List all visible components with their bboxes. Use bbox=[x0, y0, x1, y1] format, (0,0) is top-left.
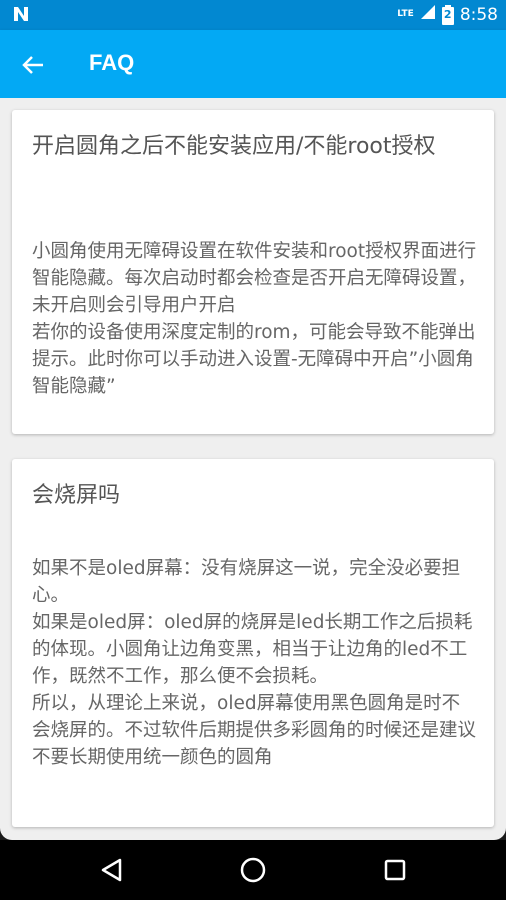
nav-recents-button[interactable] bbox=[379, 854, 411, 886]
status-time: 8:58 bbox=[459, 4, 498, 25]
faq-list[interactable]: 开启圆角之后不能安装应用/不能root授权 小圆角使用无障碍设置在软件安装和ro… bbox=[0, 98, 506, 840]
status-icons: LTE 2 8:58 bbox=[397, 4, 498, 25]
signal-icon bbox=[420, 4, 436, 25]
faq-card: 会烧屏吗 如果不是oled屏幕：没有烧屏这一说，完全没必要担心。 如果是oled… bbox=[12, 459, 494, 827]
faq-question: 开启圆角之后不能安装应用/不能root授权 bbox=[32, 134, 436, 159]
back-button[interactable] bbox=[18, 50, 48, 80]
battery-level: 2 bbox=[443, 7, 452, 21]
status-bar: LTE 2 8:58 bbox=[0, 0, 506, 30]
network-label: LTE bbox=[397, 9, 414, 19]
navigation-bar bbox=[0, 840, 506, 900]
battery-icon: 2 bbox=[441, 4, 454, 25]
square-recents-icon bbox=[384, 859, 406, 881]
page-title: FAQ bbox=[89, 50, 135, 75]
faq-card: 开启圆角之后不能安装应用/不能root授权 小圆角使用无障碍设置在软件安装和ro… bbox=[12, 110, 494, 434]
triangle-back-icon bbox=[101, 858, 122, 882]
arrow-left-icon bbox=[22, 56, 43, 74]
faq-answer: 如果不是oled屏幕：没有烧屏这一说，完全没必要担心。 如果是oled屏：ole… bbox=[32, 558, 477, 768]
nav-home-button[interactable] bbox=[237, 854, 269, 886]
app-bar: FAQ bbox=[0, 30, 506, 98]
faq-question: 会烧屏吗 bbox=[32, 483, 121, 508]
nav-back-button[interactable] bbox=[96, 854, 128, 886]
faq-answer: 小圆角使用无障碍设置在软件安装和root授权界面进行智能隐藏。每次启动时都会检查… bbox=[32, 241, 477, 397]
circle-home-icon bbox=[240, 857, 266, 883]
n-icon bbox=[12, 5, 30, 28]
